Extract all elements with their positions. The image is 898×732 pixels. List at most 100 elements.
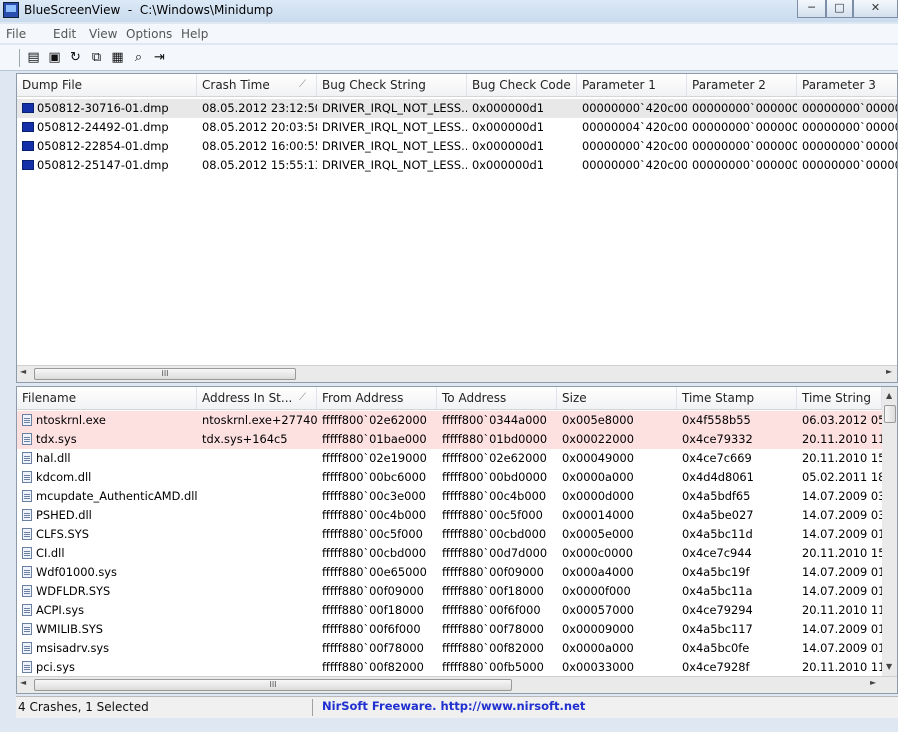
copy-icon[interactable]: ⧉ [88,49,105,66]
cell-text: pci.sys [36,660,75,674]
properties-icon[interactable]: ▤ [25,49,42,66]
menu-view[interactable]: View [89,27,117,41]
cell-filename: WDFLDR.SYS [17,582,197,601]
cell-to-address: fffff880`00f78000 [437,620,557,639]
table-row[interactable]: tdx.sys tdx.sys+164c5 fffff880`01bae000 fff… [17,430,882,449]
refresh-icon[interactable]: ↻ [67,49,84,66]
cell-time-string: 20.11.2010 11:1 [797,601,882,620]
crash-col-parameter-2[interactable]: Parameter 2 [687,74,797,96]
crash-list-hscrollbar[interactable]: ◄ III ► [17,365,897,382]
scroll-right-arrow[interactable]: ► [870,678,876,687]
cell-size: 0x00014000 [557,506,677,525]
driver-col-size[interactable]: Size [557,387,677,409]
cell-to-address: fffff880`00f6f000 [437,601,557,620]
title-bar[interactable]: BlueScreenView - C:\Windows\Minidump ─ □… [0,0,898,22]
table-row[interactable]: WDFLDR.SYS fffff880`00f09000 fffff880`00f1… [17,582,882,601]
find-icon[interactable]: ⌕ [130,49,147,66]
cell-text: 00000000`420c00... [582,101,687,115]
driver-list-vscrollbar[interactable]: ▲ ▼ [882,387,897,676]
crash-col-bug-check-code[interactable]: Bug Check Code [467,74,577,96]
crash-col-crash-time[interactable]: Crash Time ⟋ [197,74,317,96]
cell-text: 0x00049000 [562,451,634,465]
cell-text: PSHED.dll [36,508,92,522]
table-row[interactable]: kdcom.dll fffff800`00bc6000 fffff800`00bd0… [17,468,882,487]
cell-time-stamp: 0x4a5bc11d [677,525,797,544]
table-row[interactable]: Wdf01000.sys fffff880`00e65000 fffff880`00… [17,563,882,582]
cell-text: 05.02.2011 18:5 [802,470,882,484]
cell-text: 0x4a5bc0fe [682,641,750,655]
cell-time-stamp: 0x4ce79294 [677,601,797,620]
table-row[interactable]: mcupdate_AuthenticAMD.dll fffff880`00c3e0… [17,487,882,506]
driver-col-to-address[interactable]: To Address [437,387,557,409]
scroll-left-arrow[interactable]: ◄ [20,678,26,687]
table-row[interactable]: CI.dll fffff880`00cbd000 fffff880`00d7d000… [17,544,882,563]
scroll-thumb[interactable]: III [34,368,296,380]
maximize-button[interactable]: □ [826,0,853,18]
driver-list-hscrollbar[interactable]: ◄ III ► [17,676,897,693]
driver-col-from-address[interactable]: From Address [317,387,437,409]
cell-text: fffff880`00f09000 [442,565,544,579]
driver-file-icon [22,414,32,426]
cell-text: 08.05.2012 15:55:13 [202,158,317,172]
cell-dump-file: 050812-30716-01.dmp [17,99,197,118]
scroll-right-arrow[interactable]: ► [886,367,892,376]
cell-time-string: 14.07.2009 01:1 [797,639,882,658]
exit-icon[interactable]: ⇥ [151,49,168,66]
cell-parameter-2: 00000000`000000... [687,156,797,175]
driver-list-header: Filename Address In St... ⟋ From Address To … [17,387,882,410]
table-row[interactable]: 050812-22854-01.dmp 08.05.2012 16:00:55 DR… [17,137,897,156]
table-row[interactable]: CLFS.SYS fffff880`00c5f000 fffff880`00cbd0… [17,525,882,544]
vscroll-thumb[interactable] [884,405,896,423]
column-label: Parameter 1 [582,78,656,92]
cell-text: 20.11.2010 11:1 [802,660,882,674]
cell-size: 0x000c0000 [557,544,677,563]
cell-crash-time: 08.05.2012 20:03:58 [197,118,317,137]
nirsoft-link[interactable]: NirSoft Freeware. http://www.nirsoft.net [322,699,585,713]
driver-col-address-in-st[interactable]: Address In St... ⟋ [197,387,317,409]
scroll-down-arrow[interactable]: ▼ [886,662,892,671]
crash-list[interactable]: Dump File Crash Time ⟋ Bug Check String Bug … [16,73,898,383]
cell-to-address: fffff880`00f09000 [437,563,557,582]
scroll-thumb[interactable]: III [34,679,512,691]
scroll-left-arrow[interactable]: ◄ [20,367,26,376]
menu-help[interactable]: Help [181,27,208,41]
driver-col-filename[interactable]: Filename [17,387,197,409]
table-row[interactable]: 050812-24492-01.dmp 08.05.2012 20:03:58 DR… [17,118,897,137]
driver-list[interactable]: Filename Address In St... ⟋ From Address To … [16,386,898,694]
table-row[interactable]: WMILIB.SYS fffff880`00f6f000 fffff880`00f7… [17,620,882,639]
minimize-button[interactable]: ─ [797,0,826,18]
cell-to-address: fffff880`00fb5000 [437,658,557,677]
menu-options[interactable]: Options [126,27,172,41]
crash-col-dump-file[interactable]: Dump File [17,74,197,96]
cell-text: 00000000`000000... [802,120,897,134]
crash-col-bug-check-string[interactable]: Bug Check String [317,74,467,96]
table-row[interactable]: 050812-30716-01.dmp 08.05.2012 23:12:50 DR… [17,99,897,118]
cell-text: fffff880`00f78000 [322,641,424,655]
table-row[interactable]: ACPI.sys fffff880`00f18000 fffff880`00f6f0… [17,601,882,620]
driver-col-time-stamp[interactable]: Time Stamp [677,387,797,409]
crash-col-parameter-3[interactable]: Parameter 3 [797,74,897,96]
dump-file-icon [22,103,34,113]
menu-edit[interactable]: Edit [53,27,76,41]
cell-to-address: fffff880`00c4b000 [437,487,557,506]
crash-col-parameter-1[interactable]: Parameter 1 [577,74,687,96]
driver-col-time-string[interactable]: Time String [797,387,882,409]
cell-text: 14.07.2009 01:1 [802,527,882,541]
table-row[interactable]: ntoskrnl.exe ntoskrnl.exe+27740 fffff800`0… [17,411,882,430]
table-row[interactable]: PSHED.dll fffff880`00c4b000 fffff880`00c5f… [17,506,882,525]
cell-address-in-st [197,525,317,544]
cell-text: 0x000c0000 [562,546,633,560]
table-row[interactable]: msisadrv.sys fffff880`00f78000 fffff880`00… [17,639,882,658]
cell-text: hal.dll [36,451,71,465]
table-row[interactable]: 050812-25147-01.dmp 08.05.2012 15:55:13 DR… [17,156,897,175]
cell-text: 0x4a5bdf65 [682,489,751,503]
table-row[interactable]: hal.dll fffff800`02e19000 fffff800`02e6200… [17,449,882,468]
scroll-up-arrow[interactable]: ▲ [886,391,892,400]
table-row[interactable]: pci.sys fffff880`00f82000 fffff880`00fb500… [17,658,882,677]
cell-size: 0x0000d000 [557,487,677,506]
close-button[interactable]: ✕ [853,0,898,18]
cell-filename: mcupdate_AuthenticAMD.dll [17,487,197,506]
save-icon[interactable]: ▣ [46,49,63,66]
menu-file[interactable]: File [6,27,26,41]
html-report-icon[interactable]: ▦ [109,49,126,66]
